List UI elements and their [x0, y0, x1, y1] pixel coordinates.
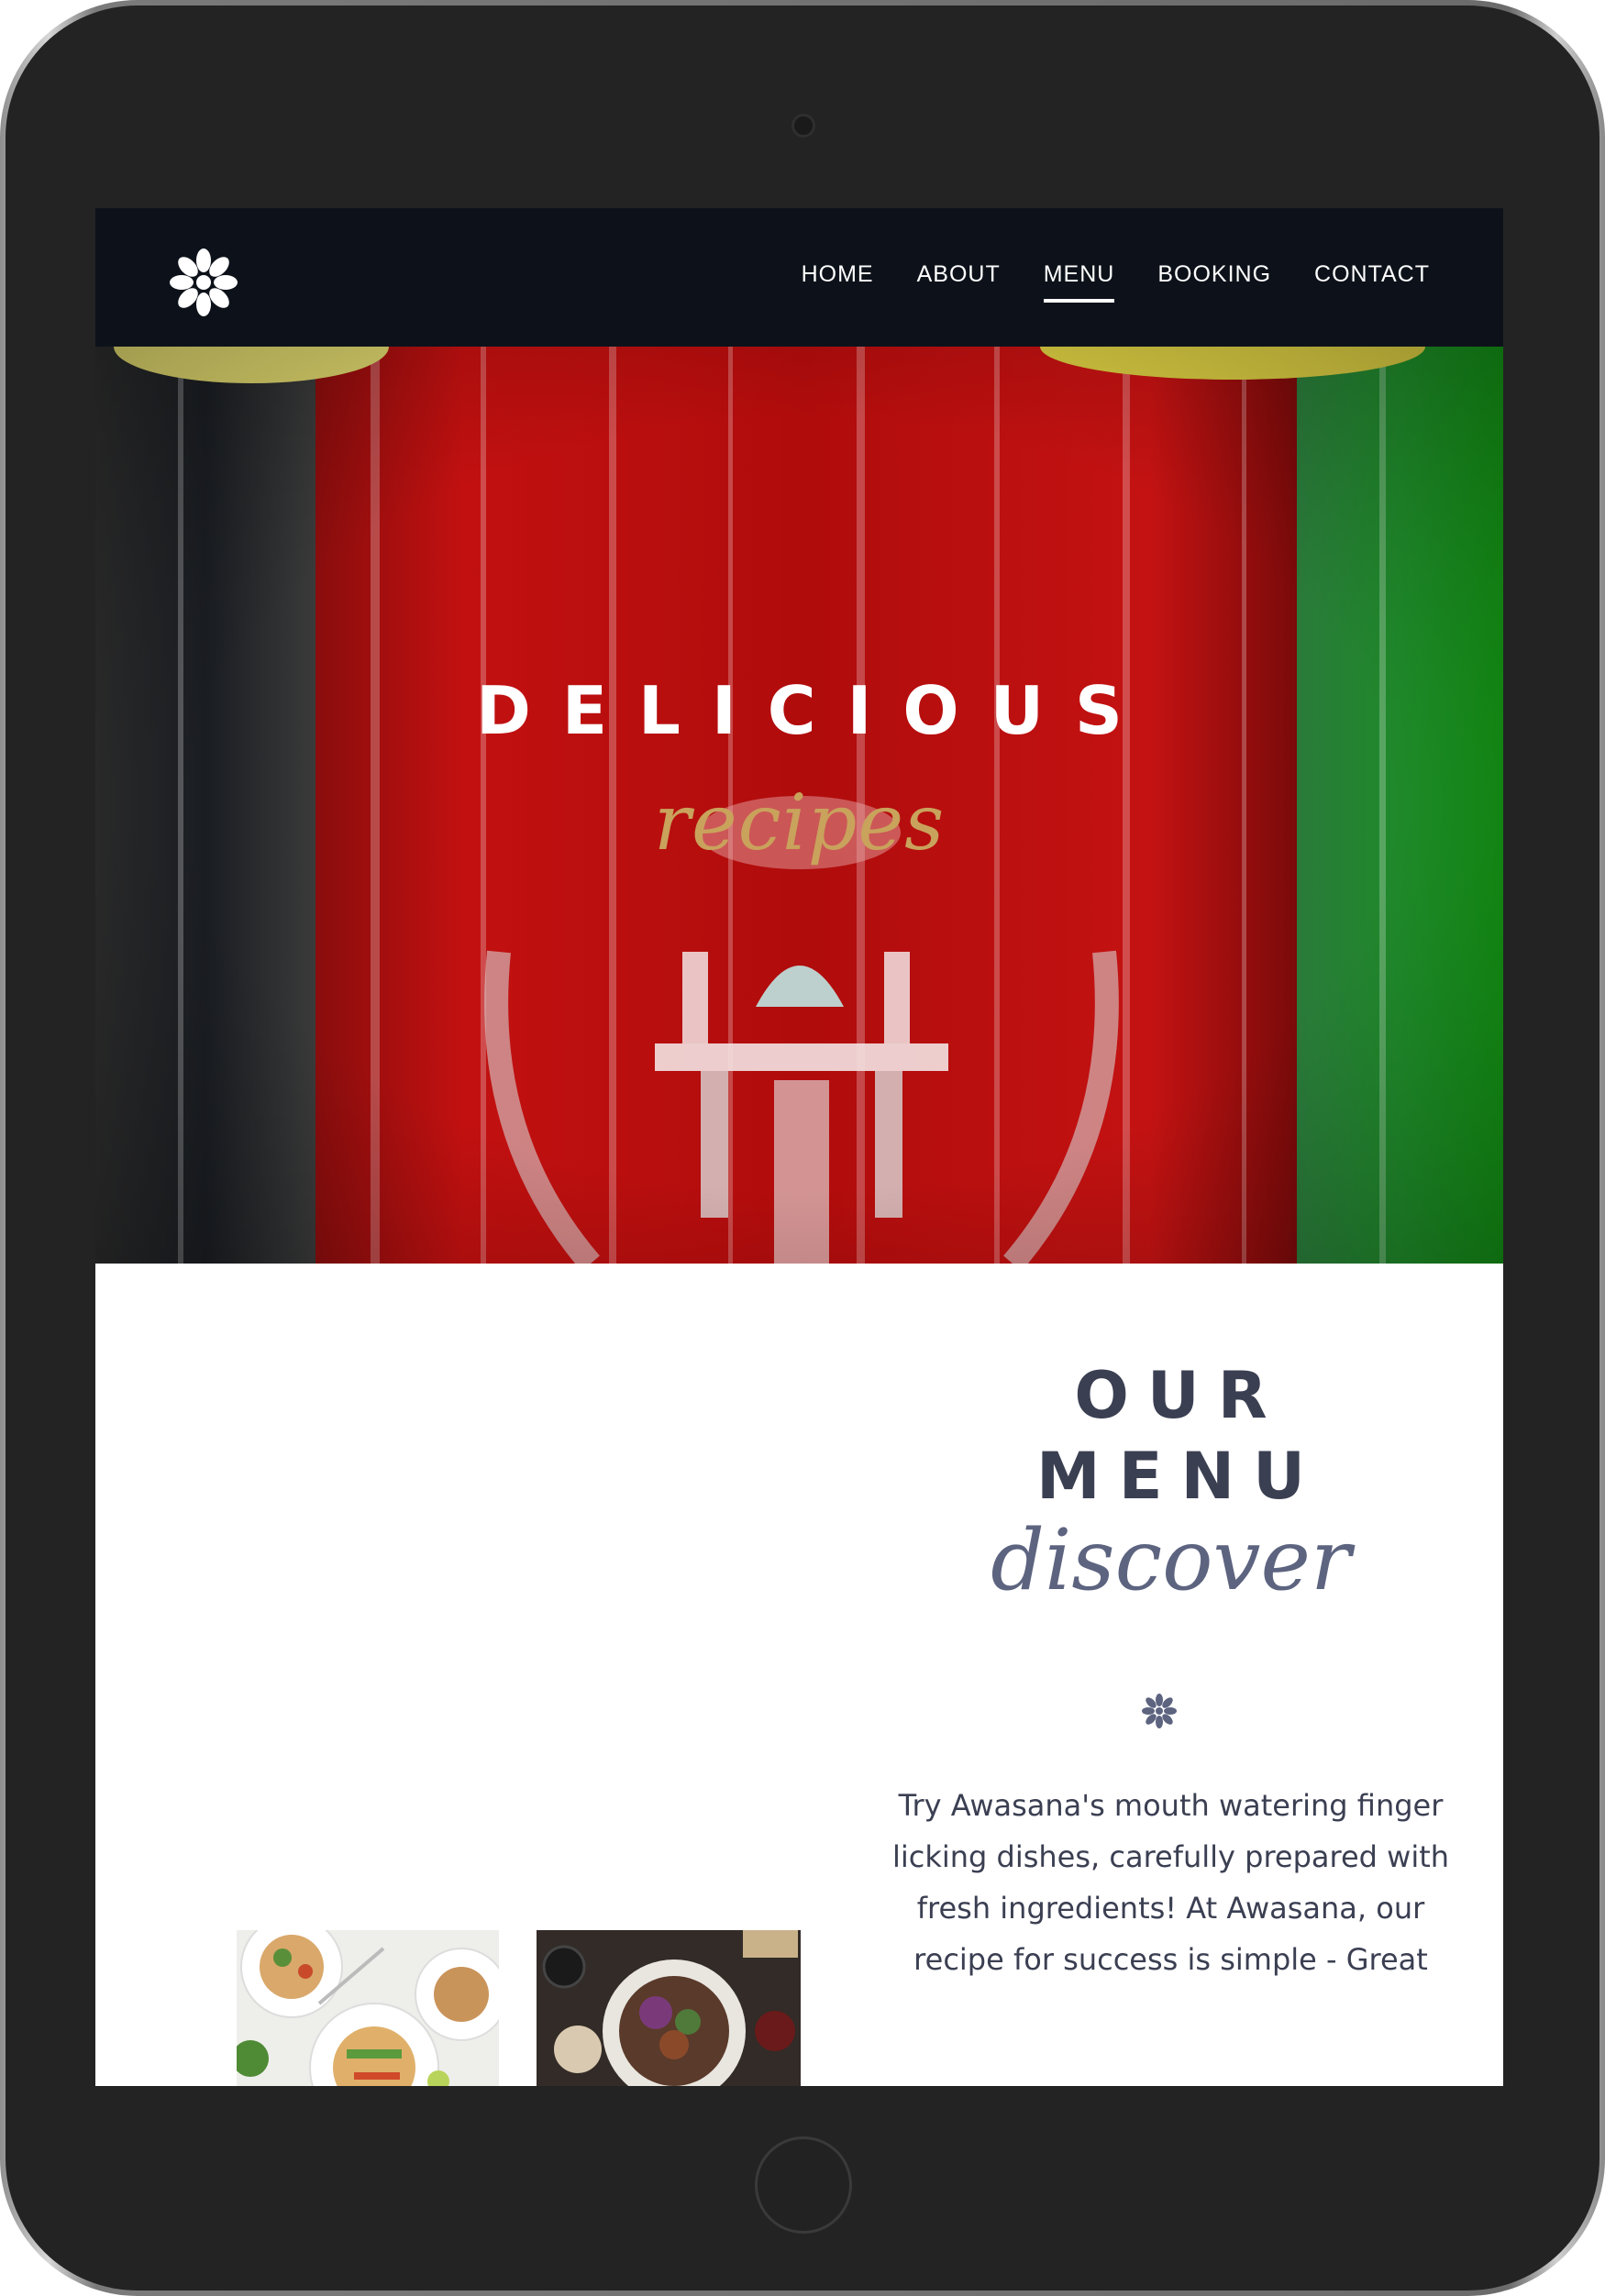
home-button[interactable] [755, 2136, 852, 2234]
screen: HOME ABOUT MENU BOOKING CONTACT DELICIOU… [95, 208, 1503, 2086]
asterisk-logo-icon[interactable] [169, 248, 238, 317]
menu-section: OUR MENU discover Try Awasana's mouth wa… [95, 1264, 1503, 2086]
nav-about[interactable]: ABOUT [917, 261, 1001, 293]
nav-booking[interactable]: BOOKING [1157, 261, 1271, 293]
nav-links: HOME ABOUT MENU BOOKING CONTACT [802, 208, 1430, 347]
menu-heading-line2: MENU [1036, 1439, 1323, 1514]
nav-menu[interactable]: MENU [1043, 261, 1115, 303]
menu-description: Try Awasana's mouth watering finger lick… [891, 1788, 1450, 1977]
nav-contact[interactable]: CONTACT [1314, 261, 1430, 293]
navbar: HOME ABOUT MENU BOOKING CONTACT [95, 208, 1503, 347]
menu-heading-line1: OUR [1074, 1358, 1286, 1433]
hero-script: recipes [653, 778, 946, 867]
menu-heading: OUR MENU [916, 1355, 1425, 1517]
hero-banner: DELICIOUS recipes [95, 347, 1503, 1264]
menu-photo-salads[interactable] [237, 1930, 499, 2086]
menu-script: discover [991, 1511, 1351, 1609]
nav-home[interactable]: HOME [802, 261, 874, 293]
menu-photo-bowl[interactable] [537, 1930, 801, 2086]
hero-title: DELICIOUS [476, 672, 1154, 749]
asterisk-divider-icon [1142, 1694, 1177, 1728]
front-camera [791, 114, 815, 138]
